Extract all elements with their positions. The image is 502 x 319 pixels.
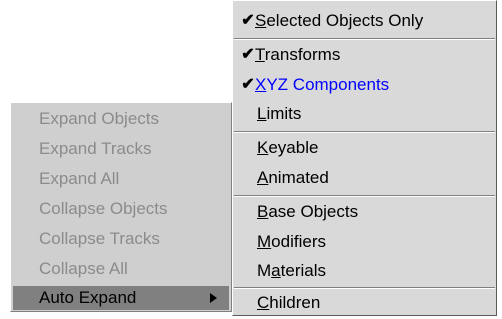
auto-expand-label: Auto Expand: [39, 288, 137, 307]
menu-item-collapse-tracks: Collapse Tracks: [39, 229, 160, 248]
menu-item-children[interactable]: Children: [233, 289, 496, 317]
check-icon: ✔: [241, 12, 255, 29]
menu-item-collapse-objects: Collapse Objects: [39, 199, 168, 218]
menu-item-expand-tracks: Expand Tracks: [39, 139, 152, 158]
menu-item-keyable[interactable]: Keyable: [233, 134, 496, 162]
menu-item-limits[interactable]: Limits: [233, 100, 496, 128]
check-icon: ✔: [241, 76, 255, 93]
menu-item-expand-all: Expand All: [39, 169, 120, 188]
menu-item-xyz-components[interactable]: ✔ XYZ Components: [233, 71, 496, 99]
menu-item-expand-objects: Expand Objects: [39, 109, 160, 128]
menu-item-label: Keyable: [257, 138, 319, 157]
menu-item-animated[interactable]: Animated: [233, 164, 496, 192]
menu-separator: [234, 38, 495, 40]
check-icon: ✔: [241, 46, 255, 63]
left-submenu: Expand Objects Expand Tracks Expand All …: [10, 102, 232, 312]
menu-item-label: Limits: [257, 104, 302, 123]
menu-separator: [234, 131, 495, 133]
menu-item-materials[interactable]: Materials: [233, 257, 496, 285]
menu-item-label: Materials: [257, 261, 326, 280]
menu-item-label: Base Objects: [257, 202, 359, 221]
menu-item-label: Transforms: [255, 45, 341, 64]
submenu-arrow-icon: [210, 293, 217, 303]
menu-separator: [234, 195, 495, 197]
menu-item-transforms[interactable]: ✔ Transforms: [233, 41, 496, 69]
menu-item-collapse-all: Collapse All: [39, 259, 128, 278]
menu-item-base-objects[interactable]: Base Objects: [233, 198, 496, 226]
menu-item-label: Animated: [257, 168, 329, 187]
menu-item-label: XYZ Components: [255, 75, 390, 94]
track-filter-menu: ✔ Selected Objects Only ✔ Transforms ✔ X…: [232, 0, 497, 316]
menu-item-label: Selected Objects Only: [255, 11, 424, 30]
menu-item-auto-expand[interactable]: Auto Expand: [13, 286, 229, 310]
menu-item-label: Modifiers: [257, 232, 326, 251]
menu-item-modifiers[interactable]: Modifiers: [233, 228, 496, 256]
menu-item-label: Children: [257, 293, 321, 312]
menu-item-selected-objects-only[interactable]: ✔ Selected Objects Only: [233, 7, 496, 35]
